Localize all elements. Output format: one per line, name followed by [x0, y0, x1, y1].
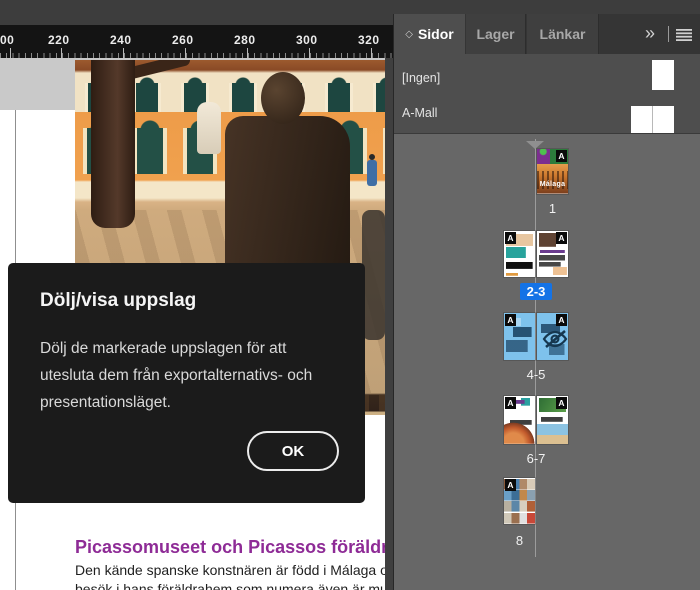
- pages-area: A Málaga 1 A A 2-3 A A 4-5 A A 6-7 A 8: [394, 134, 700, 590]
- panel-cycle-icon: ◇: [405, 28, 413, 40]
- page-thumbnail[interactable]: A: [504, 396, 535, 444]
- page-thumbnail[interactable]: A: [537, 396, 568, 444]
- page-thumbnail[interactable]: A: [537, 313, 568, 360]
- dialog-body: Dölj de markerade uppslagen för att utes…: [40, 340, 313, 411]
- article-heading: Picassomuseet och Picassos föräldrahem: [75, 537, 385, 557]
- master-badge: A: [505, 314, 516, 326]
- panel-menu-icon[interactable]: [676, 28, 692, 41]
- page-thumbnail[interactable]: A: [504, 231, 535, 277]
- tab-label: Lager: [476, 26, 515, 42]
- ruler-number: 240: [110, 33, 132, 47]
- photo-shadow: [362, 210, 385, 340]
- ruler-number: 280: [234, 33, 256, 47]
- master-row-ingen[interactable]: [Ingen]: [394, 57, 700, 93]
- hide-show-spreads-dialog: Dölj/visa uppslag Dölj de markerade upps…: [8, 263, 365, 503]
- pages-panel: ◇ Sidor Lager Länkar » [Ingen] A-Mall A …: [393, 14, 700, 590]
- article-body: Den kände spanske konstnären är född i M…: [75, 561, 385, 590]
- tab-sidor[interactable]: ◇ Sidor: [394, 14, 465, 54]
- panel-tab-bar: ◇ Sidor Lager Länkar »: [394, 14, 700, 54]
- tab-lankar[interactable]: Länkar: [527, 14, 599, 54]
- page-thumbnail[interactable]: A: [537, 231, 568, 277]
- tab-label: Länkar: [539, 26, 586, 42]
- page-thumbnail[interactable]: A: [504, 478, 535, 524]
- spine-line: [535, 139, 536, 557]
- picasso-statue-body: [225, 116, 350, 286]
- master-badge: A: [556, 397, 567, 409]
- page-label[interactable]: 8: [504, 533, 535, 548]
- hidden-spread-icon: [542, 330, 568, 349]
- page-label[interactable]: 1: [537, 201, 568, 216]
- master-row-a-mall[interactable]: A-Mall: [394, 92, 700, 139]
- master-badge: A: [505, 232, 516, 244]
- page-label[interactable]: 4-5: [504, 367, 568, 382]
- master-label: A-Mall: [402, 106, 438, 120]
- picasso-statue-head: [261, 72, 305, 124]
- ruler-number: 300: [296, 33, 318, 47]
- ruler-number: 320: [358, 33, 380, 47]
- page-label[interactable]: 2-3: [504, 283, 568, 300]
- page-thumbnail[interactable]: A: [504, 313, 535, 360]
- document-window-edge: [385, 58, 393, 590]
- article-body-line-1: Den kände spanske konstnären är född i M…: [75, 562, 385, 578]
- icon-separator: [668, 26, 669, 42]
- horizontal-ruler[interactable]: 00 220 240 260 280 300 320: [0, 25, 393, 58]
- master-badge: A: [505, 397, 516, 409]
- page-label[interactable]: 6-7: [504, 451, 568, 466]
- white-sculpture: [197, 102, 221, 154]
- master-thumbnail-single[interactable]: [652, 60, 674, 90]
- master-badge: A: [505, 479, 516, 491]
- master-label: [Ingen]: [402, 71, 441, 85]
- cover-title: Málaga: [539, 181, 566, 188]
- tab-label: Sidor: [417, 26, 454, 42]
- ruler-number: 00: [0, 33, 15, 47]
- master-badge: A: [556, 232, 567, 244]
- ruler-number: 220: [48, 33, 70, 47]
- collapse-panel-icon[interactable]: »: [637, 22, 663, 46]
- page-thumbnail[interactable]: A Málaga: [537, 149, 568, 194]
- masters-section: [Ingen] A-Mall: [394, 54, 700, 139]
- master-badge: A: [556, 150, 567, 162]
- article-body-line-2: besök i hans föräldrahem som numera även…: [75, 581, 385, 590]
- tab-lager[interactable]: Lager: [466, 14, 526, 54]
- ruler-number: 260: [172, 33, 194, 47]
- ok-button[interactable]: OK: [247, 431, 339, 471]
- master-badge: A: [556, 314, 567, 326]
- spread-indicator-arrow: [526, 141, 544, 149]
- passerby-figure: [367, 154, 377, 186]
- tree-trunk: [91, 60, 135, 228]
- dialog-title: Dölj/visa uppslag: [40, 290, 197, 311]
- indesign-app: 00220240260280300320 Malaga cityguide - …: [0, 0, 700, 590]
